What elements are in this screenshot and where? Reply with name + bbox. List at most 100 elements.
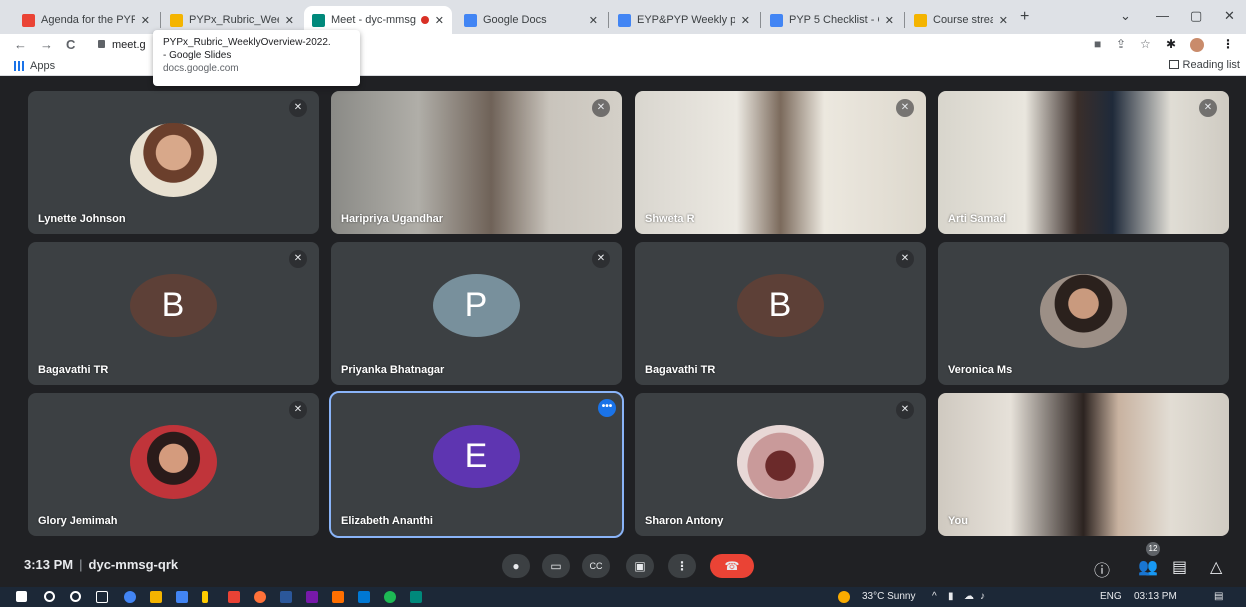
language-indicator[interactable]: ENG [1100, 591, 1122, 602]
participant-tile-self[interactable]: You [938, 393, 1229, 536]
camera-button[interactable]: ▭ [542, 554, 570, 578]
clock[interactable]: 03:13 PM [1134, 591, 1177, 602]
star-icon[interactable]: ☆ [1140, 37, 1151, 51]
spotify-icon[interactable] [384, 591, 396, 603]
lightning-icon[interactable] [202, 591, 208, 603]
avatar: P [432, 273, 520, 337]
notifications-icon[interactable]: ▤ [1214, 591, 1223, 602]
tray-overflow-icon[interactable]: ^ [932, 591, 937, 602]
illustrator-icon[interactable] [332, 591, 344, 603]
more-options-button[interactable]: ⋮ [668, 554, 696, 578]
tab-google-docs[interactable]: Google Docs ✕ [456, 6, 606, 34]
cortana-icon[interactable] [70, 591, 81, 602]
info-icon[interactable]: ⓘ [1094, 557, 1110, 581]
mic-off-icon: ✕ [896, 250, 914, 268]
mic-off-icon: ✕ [592, 250, 610, 268]
onedrive-icon[interactable]: ☁ [964, 591, 974, 602]
reading-list-button[interactable]: Reading list [1168, 59, 1240, 71]
word-icon[interactable] [280, 591, 292, 603]
classroom-icon [914, 13, 927, 27]
tab-course-stream[interactable]: Course stream ✕ [906, 6, 1016, 34]
participant-tile[interactable]: ✕ Lynette Johnson [28, 91, 319, 234]
participant-tile[interactable]: B ✕ Bagavathi TR [635, 242, 926, 385]
reading-list-icon [1168, 60, 1179, 69]
microphone-button[interactable]: ● [502, 554, 530, 578]
task-view-icon[interactable] [96, 591, 108, 603]
tab-weekly-plan[interactable]: EYP&PYP Weekly plan ✕ [610, 6, 758, 34]
participant-tile[interactable]: ✕ Shweta R [635, 91, 926, 234]
windows-start-icon[interactable] [16, 591, 27, 602]
microphone-icon: ● [512, 559, 520, 573]
present-button[interactable]: ▣ [626, 554, 654, 578]
docs-icon [464, 13, 477, 27]
participant-tile[interactable]: E ••• Elizabeth Ananthi [329, 391, 624, 538]
participant-count-badge: 12 [1146, 542, 1160, 556]
end-call-icon: ☎ [724, 559, 740, 573]
share-icon[interactable]: ⇪ [1116, 37, 1126, 51]
chat-icon[interactable]: ▤ [1172, 557, 1187, 577]
back-icon[interactable]: ← [14, 37, 27, 52]
close-icon[interactable]: ✕ [741, 14, 750, 27]
chevron-down-icon[interactable]: ⌄ [1120, 8, 1131, 24]
avatar [129, 424, 217, 499]
meet-taskbar-icon[interactable] [410, 591, 422, 603]
gmail-icon [22, 13, 35, 27]
chrome-icon[interactable] [124, 591, 136, 603]
close-window-button[interactable]: ✕ [1224, 8, 1235, 24]
weather-text[interactable]: 33°C Sunny [862, 591, 915, 602]
people-icon[interactable]: 👥 [1138, 557, 1158, 577]
slides-icon [170, 13, 183, 27]
mic-off-icon: ✕ [289, 250, 307, 268]
participant-tile[interactable]: Veronica Ms [938, 242, 1229, 385]
apps-shortcut[interactable]: Apps [14, 60, 55, 72]
file-explorer-icon[interactable] [150, 591, 162, 603]
participant-tile[interactable]: B ✕ Bagavathi TR [28, 242, 319, 385]
more-vert-icon: ⋮ [676, 559, 688, 573]
participant-tile[interactable]: ✕ Arti Samad [938, 91, 1229, 234]
avatar: B [736, 273, 824, 337]
close-icon[interactable]: ✕ [141, 14, 150, 27]
tab-agenda[interactable]: Agenda for the PYP c ✕ [14, 6, 158, 34]
minimize-button[interactable]: — [1156, 8, 1169, 23]
mail-icon[interactable] [358, 591, 370, 603]
participant-tile[interactable]: ✕ Glory Jemimah [28, 393, 319, 536]
dropbox-icon[interactable] [176, 591, 188, 603]
captions-button[interactable]: CC [582, 554, 610, 578]
end-call-button[interactable]: ☎ [710, 554, 754, 578]
participant-tile[interactable]: ✕ Haripriya Ugandhar [331, 91, 622, 234]
onenote-icon[interactable] [306, 591, 318, 603]
profile-avatar[interactable] [1190, 38, 1204, 52]
new-tab-button[interactable]: + [1020, 8, 1029, 26]
maximize-button[interactable]: ▢ [1190, 8, 1202, 24]
forward-icon[interactable]: → [40, 37, 53, 52]
menu-icon[interactable]: ⋮ [1222, 37, 1234, 51]
docs-icon [618, 13, 631, 27]
activities-icon[interactable]: △ [1210, 557, 1222, 577]
avatar [1039, 273, 1127, 348]
tab-pyp-checklist[interactable]: PYP 5 Checklist - Goo ✕ [762, 6, 902, 34]
close-icon[interactable]: ✕ [435, 14, 444, 27]
participant-tile[interactable]: P ✕ Priyanka Bhatnagar [331, 242, 622, 385]
reload-icon[interactable]: C [66, 37, 75, 52]
participant-tile[interactable]: ✕ Sharon Antony [635, 393, 926, 536]
close-icon[interactable]: ✕ [885, 14, 894, 27]
volume-icon[interactable]: ♪ [980, 591, 985, 602]
close-icon[interactable]: ✕ [589, 14, 598, 27]
network-icon[interactable]: ▮ [948, 591, 954, 602]
office-icon[interactable] [228, 591, 240, 603]
camera-icon: ▭ [550, 559, 562, 573]
search-icon[interactable] [44, 591, 55, 602]
close-icon[interactable]: ✕ [285, 14, 294, 27]
meet-icon [312, 13, 325, 27]
avatar: B [129, 273, 217, 337]
firefox-icon[interactable] [254, 591, 266, 603]
tab-hover-tooltip: PYPx_Rubric_WeeklyOverview-2022. - Googl… [153, 30, 360, 86]
camera-icon[interactable]: ■ [1094, 37, 1101, 51]
mic-off-icon: ✕ [1199, 99, 1217, 117]
mic-off-icon: ✕ [592, 99, 610, 117]
avatar [736, 424, 824, 499]
self-video [938, 393, 1229, 536]
close-icon[interactable]: ✕ [999, 14, 1008, 27]
more-options-icon[interactable]: ••• [598, 399, 616, 417]
extensions-icon[interactable]: ✱ [1166, 37, 1176, 51]
